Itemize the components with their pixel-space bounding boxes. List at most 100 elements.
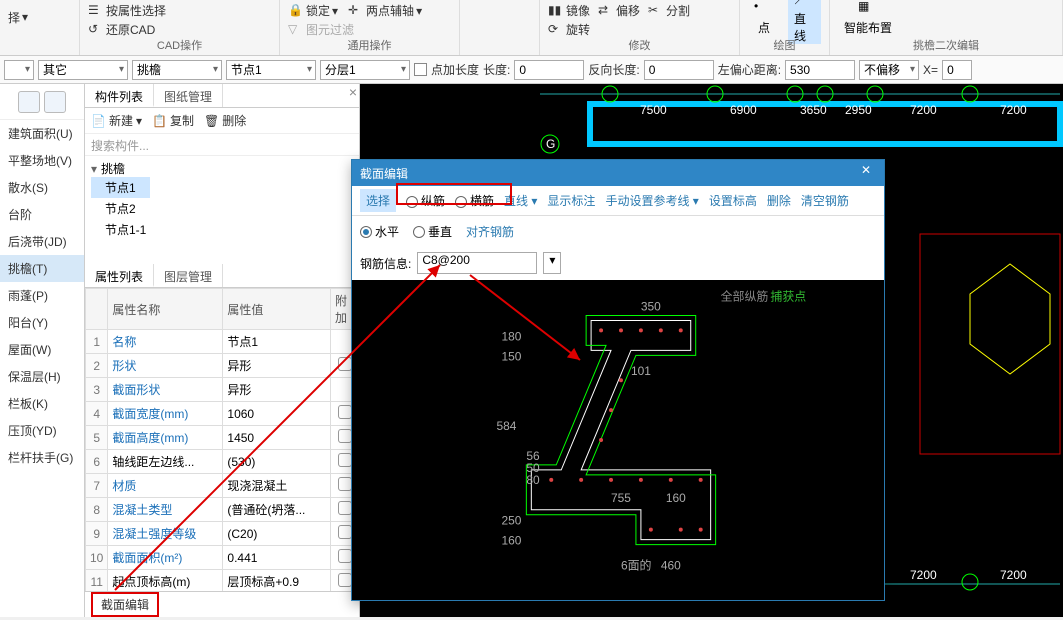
property-row[interactable]: 2形状异形 [86,354,359,378]
svg-text:350: 350 [641,299,661,313]
delete-rebar[interactable]: 删除 [767,192,791,209]
svg-text:584: 584 [496,419,516,433]
align-rebar[interactable]: 对齐钢筋 [466,223,514,240]
tab-property-list[interactable]: 属性列表 [85,264,154,287]
nav-item[interactable]: 栏杆扶手(G) [0,444,84,471]
tree-node[interactable]: 节点1 [91,177,150,198]
new-component-btn[interactable]: 📄新建 ▾ [91,112,142,129]
tree-node[interactable]: 节点1-1 [91,219,353,240]
svg-text:7200: 7200 [1000,568,1027,582]
nav-item[interactable]: 压顶(YD) [0,417,84,444]
property-panel: 属性列表 图层管理 属性名称 属性值 附加 1名称节点12形状异形3截面形状异形… [85,264,360,617]
clear-rebar[interactable]: 清空钢筋 [801,192,849,209]
straight-line-tool[interactable]: 直线 ▾ [504,192,537,209]
view-grid-icon[interactable] [44,91,66,113]
select-tool[interactable]: 选择 [360,189,396,212]
delete-icon: 🗑 [204,114,219,128]
show-dimensions[interactable]: 显示标注 [547,192,595,209]
svg-text:80: 80 [526,473,540,487]
dd-layer[interactable]: 分层1 [320,60,410,80]
svg-text:7200: 7200 [910,568,937,582]
mirror-btn[interactable]: ▮▮镜像 [548,2,590,19]
tab-component-list[interactable]: 构件列表 [85,84,154,107]
svg-text:755: 755 [611,491,631,505]
nav-item[interactable]: 保温层(H) [0,363,84,390]
property-row[interactable]: 6轴线距左边线...(530) [86,450,359,474]
nav-item[interactable]: 挑檐(T) [0,255,84,282]
property-row[interactable]: 3截面形状异形 [86,378,359,402]
set-elevation[interactable]: 设置标高 [709,192,757,209]
rebar-info-input[interactable]: C8@200 [417,252,537,274]
filter-icon: ☰ [88,3,104,19]
tree-root[interactable]: ▾挑檐 [91,160,353,177]
nav-item[interactable]: 平整场地(V) [0,147,84,174]
radio-vertical[interactable]: 垂直 [413,223,452,240]
line-icon: ／ [795,0,815,10]
dd-offset-mode[interactable]: 不偏移 [859,60,919,80]
svg-text:7200: 7200 [1000,103,1027,117]
dialog-title: 截面编辑 [360,165,408,182]
lock-btn[interactable]: 🔒锁定 ▾ [288,2,338,19]
nav-item[interactable]: 建筑面积(U) [0,120,84,147]
nav-item[interactable]: 栏板(K) [0,390,84,417]
property-row[interactable]: 11起点顶标高(m)层顶标高+0.9 [86,570,359,592]
svg-text:250: 250 [501,514,521,528]
input-revlen[interactable]: 0 [644,60,714,80]
dd-node[interactable]: 节点1 [226,60,316,80]
nav-item[interactable]: 雨蓬(P) [0,282,84,309]
dd-type[interactable]: 挑檐 [132,60,222,80]
svg-text:160: 160 [501,534,521,548]
section-edit-button[interactable]: 截面编辑 [91,592,159,617]
panel-close-icon[interactable]: × [349,84,357,100]
two-point-axis[interactable]: ✛两点辅轴 ▾ [348,2,422,19]
property-row[interactable]: 5截面高度(mm)1450 [86,426,359,450]
input-x[interactable]: 0 [942,60,972,80]
select-by-property[interactable]: ☰按属性选择 [88,2,166,19]
svg-text:3650: 3650 [800,103,827,117]
property-row[interactable]: 9混凝土强度等级(C20) [86,522,359,546]
rebar-info-dropdown[interactable]: ▾ [543,252,561,274]
manual-refline[interactable]: 手动设置参考线 ▾ [605,192,698,209]
split-btn[interactable]: ✂分割 [648,2,690,19]
dd-category[interactable]: 其它 [38,60,128,80]
copy-component-btn[interactable]: 📋复制 [152,112,194,129]
split-icon: ✂ [648,3,664,19]
mirror-icon: ▮▮ [548,3,564,19]
smart-layout[interactable]: ▦智能布置 [838,0,898,36]
label-addlen: 点加长度 [431,61,479,78]
svg-text:7200: 7200 [910,103,937,117]
property-row[interactable]: 10截面面积(m²)0.441 [86,546,359,570]
property-row[interactable]: 7材质现浇混凝土 [86,474,359,498]
property-row[interactable]: 4截面宽度(mm)1060 [86,402,359,426]
offset-btn[interactable]: ⇄偏移 [598,2,640,19]
radio-transverse[interactable]: 横筋 [455,192,494,209]
input-ecc[interactable]: 530 [785,60,855,80]
svg-text:2950: 2950 [845,103,872,117]
nav-item[interactable]: 阳台(Y) [0,309,84,336]
nav-item[interactable]: 台阶 [0,201,84,228]
chk-addlen[interactable] [414,63,427,76]
svg-text:7500: 7500 [640,103,667,117]
tree-node[interactable]: 节点2 [91,198,353,219]
input-length[interactable]: 0 [514,60,584,80]
tab-drawing-manage[interactable]: 图纸管理 [154,84,223,107]
dialog-close-button[interactable]: ✕ [856,163,876,183]
property-row[interactable]: 8混凝土类型(普通砼(坍落... [86,498,359,522]
label-length: 长度: [483,61,510,78]
tab-layer-manage[interactable]: 图层管理 [154,264,223,287]
select-dropdown[interactable]: 择 ▾ [8,9,28,26]
offset-icon: ⇄ [598,3,614,19]
nav-item[interactable]: 散水(S) [0,174,84,201]
view-list-icon[interactable] [18,91,40,113]
delete-component-btn[interactable]: 🗑删除 [204,112,246,129]
property-row[interactable]: 1名称节点1 [86,330,359,354]
nav-item[interactable]: 后浇带(JD) [0,228,84,255]
point-tool[interactable]: •点 [748,0,780,36]
options-bar: 其它 挑檐 节点1 分层1 点加长度 长度: 0 反向长度: 0 左偏心距离: … [0,56,1063,84]
search-input[interactable]: 搜索构件... [85,134,359,156]
radio-longitudinal[interactable]: 纵筋 [406,192,445,209]
section-canvas[interactable]: 350 180 150 101 584 565080 250 160 755 1… [352,280,884,600]
nav-item[interactable]: 屋面(W) [0,336,84,363]
radio-horizontal[interactable]: 水平 [360,223,399,240]
dd-empty[interactable] [4,60,34,80]
